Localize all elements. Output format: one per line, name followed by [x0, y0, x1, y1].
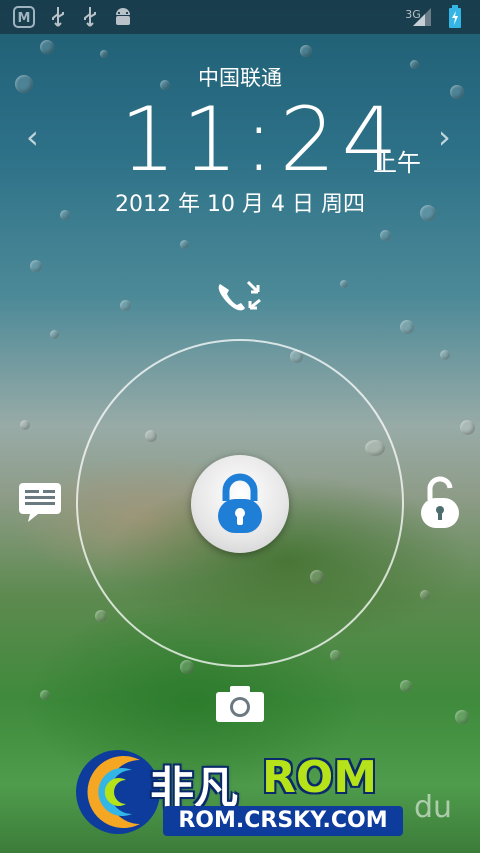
lock-handle-button[interactable] [191, 455, 289, 553]
chevron-left-icon[interactable]: ‹ [26, 118, 39, 156]
lock-icon [218, 473, 262, 533]
brand-url: ROM.CRSKY.COM [163, 806, 403, 836]
partial-watermark-text: du [414, 790, 453, 825]
android-debug-icon [112, 5, 134, 29]
signal-icon [410, 5, 434, 29]
message-icon[interactable] [16, 480, 64, 524]
usb-icon [48, 5, 68, 29]
missed-call-icon[interactable] [214, 278, 266, 314]
usb-icon-2 [80, 5, 100, 29]
camera-icon[interactable] [214, 684, 266, 724]
sync-app-icon: M [12, 5, 36, 29]
clock-ampm: 上午 [373, 149, 421, 177]
svg-text:M: M [18, 11, 31, 26]
status-bar: M 3G [0, 0, 480, 34]
clock-time: 11:24 [120, 88, 404, 191]
brand-name-en: ROM [262, 752, 378, 803]
unlock-icon[interactable] [418, 474, 462, 530]
date-label: 2012 年 10 月 4 日 周四 [115, 192, 365, 217]
chevron-right-icon[interactable]: › [438, 118, 451, 156]
battery-charging-icon [446, 5, 464, 29]
